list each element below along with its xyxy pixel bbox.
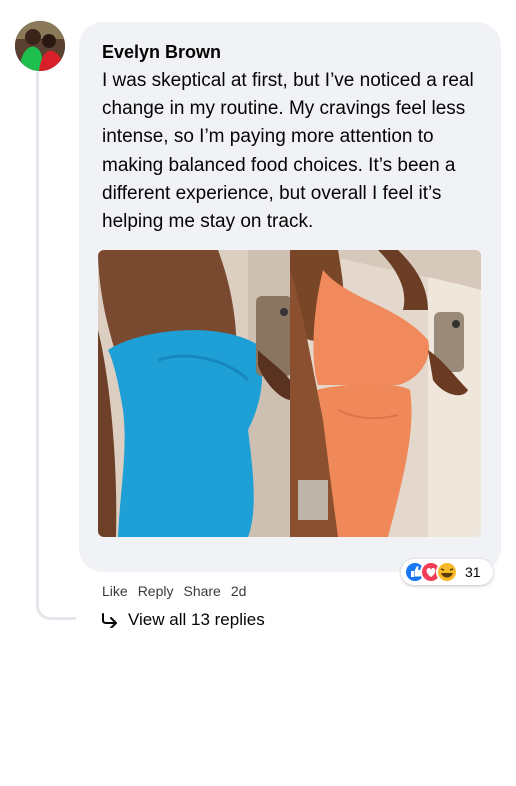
- reaction-summary[interactable]: 31: [401, 559, 493, 585]
- thread-line: [36, 72, 39, 610]
- reaction-count: 31: [465, 564, 481, 580]
- reply-button[interactable]: Reply: [138, 583, 174, 599]
- timestamp[interactable]: 2d: [231, 583, 247, 599]
- haha-reaction-icon: [436, 561, 458, 583]
- reply-arrow-icon: [102, 613, 117, 628]
- like-button[interactable]: Like: [102, 583, 128, 599]
- thread-connector: [36, 590, 76, 620]
- view-replies-link[interactable]: View all 13 replies: [100, 610, 265, 630]
- before-after-photo[interactable]: [98, 250, 481, 537]
- before-after-image: [98, 250, 481, 537]
- reaction-icons: [404, 561, 458, 583]
- avatar-image: [15, 21, 65, 71]
- share-button[interactable]: Share: [183, 583, 220, 599]
- view-replies-label: View all 13 replies: [128, 610, 265, 629]
- comment-author[interactable]: Evelyn Brown: [102, 41, 221, 63]
- comment-actions: Like Reply Share 2d: [102, 583, 246, 599]
- avatar[interactable]: [15, 21, 65, 71]
- comment-text: I was skeptical at first, but I’ve notic…: [102, 70, 474, 233]
